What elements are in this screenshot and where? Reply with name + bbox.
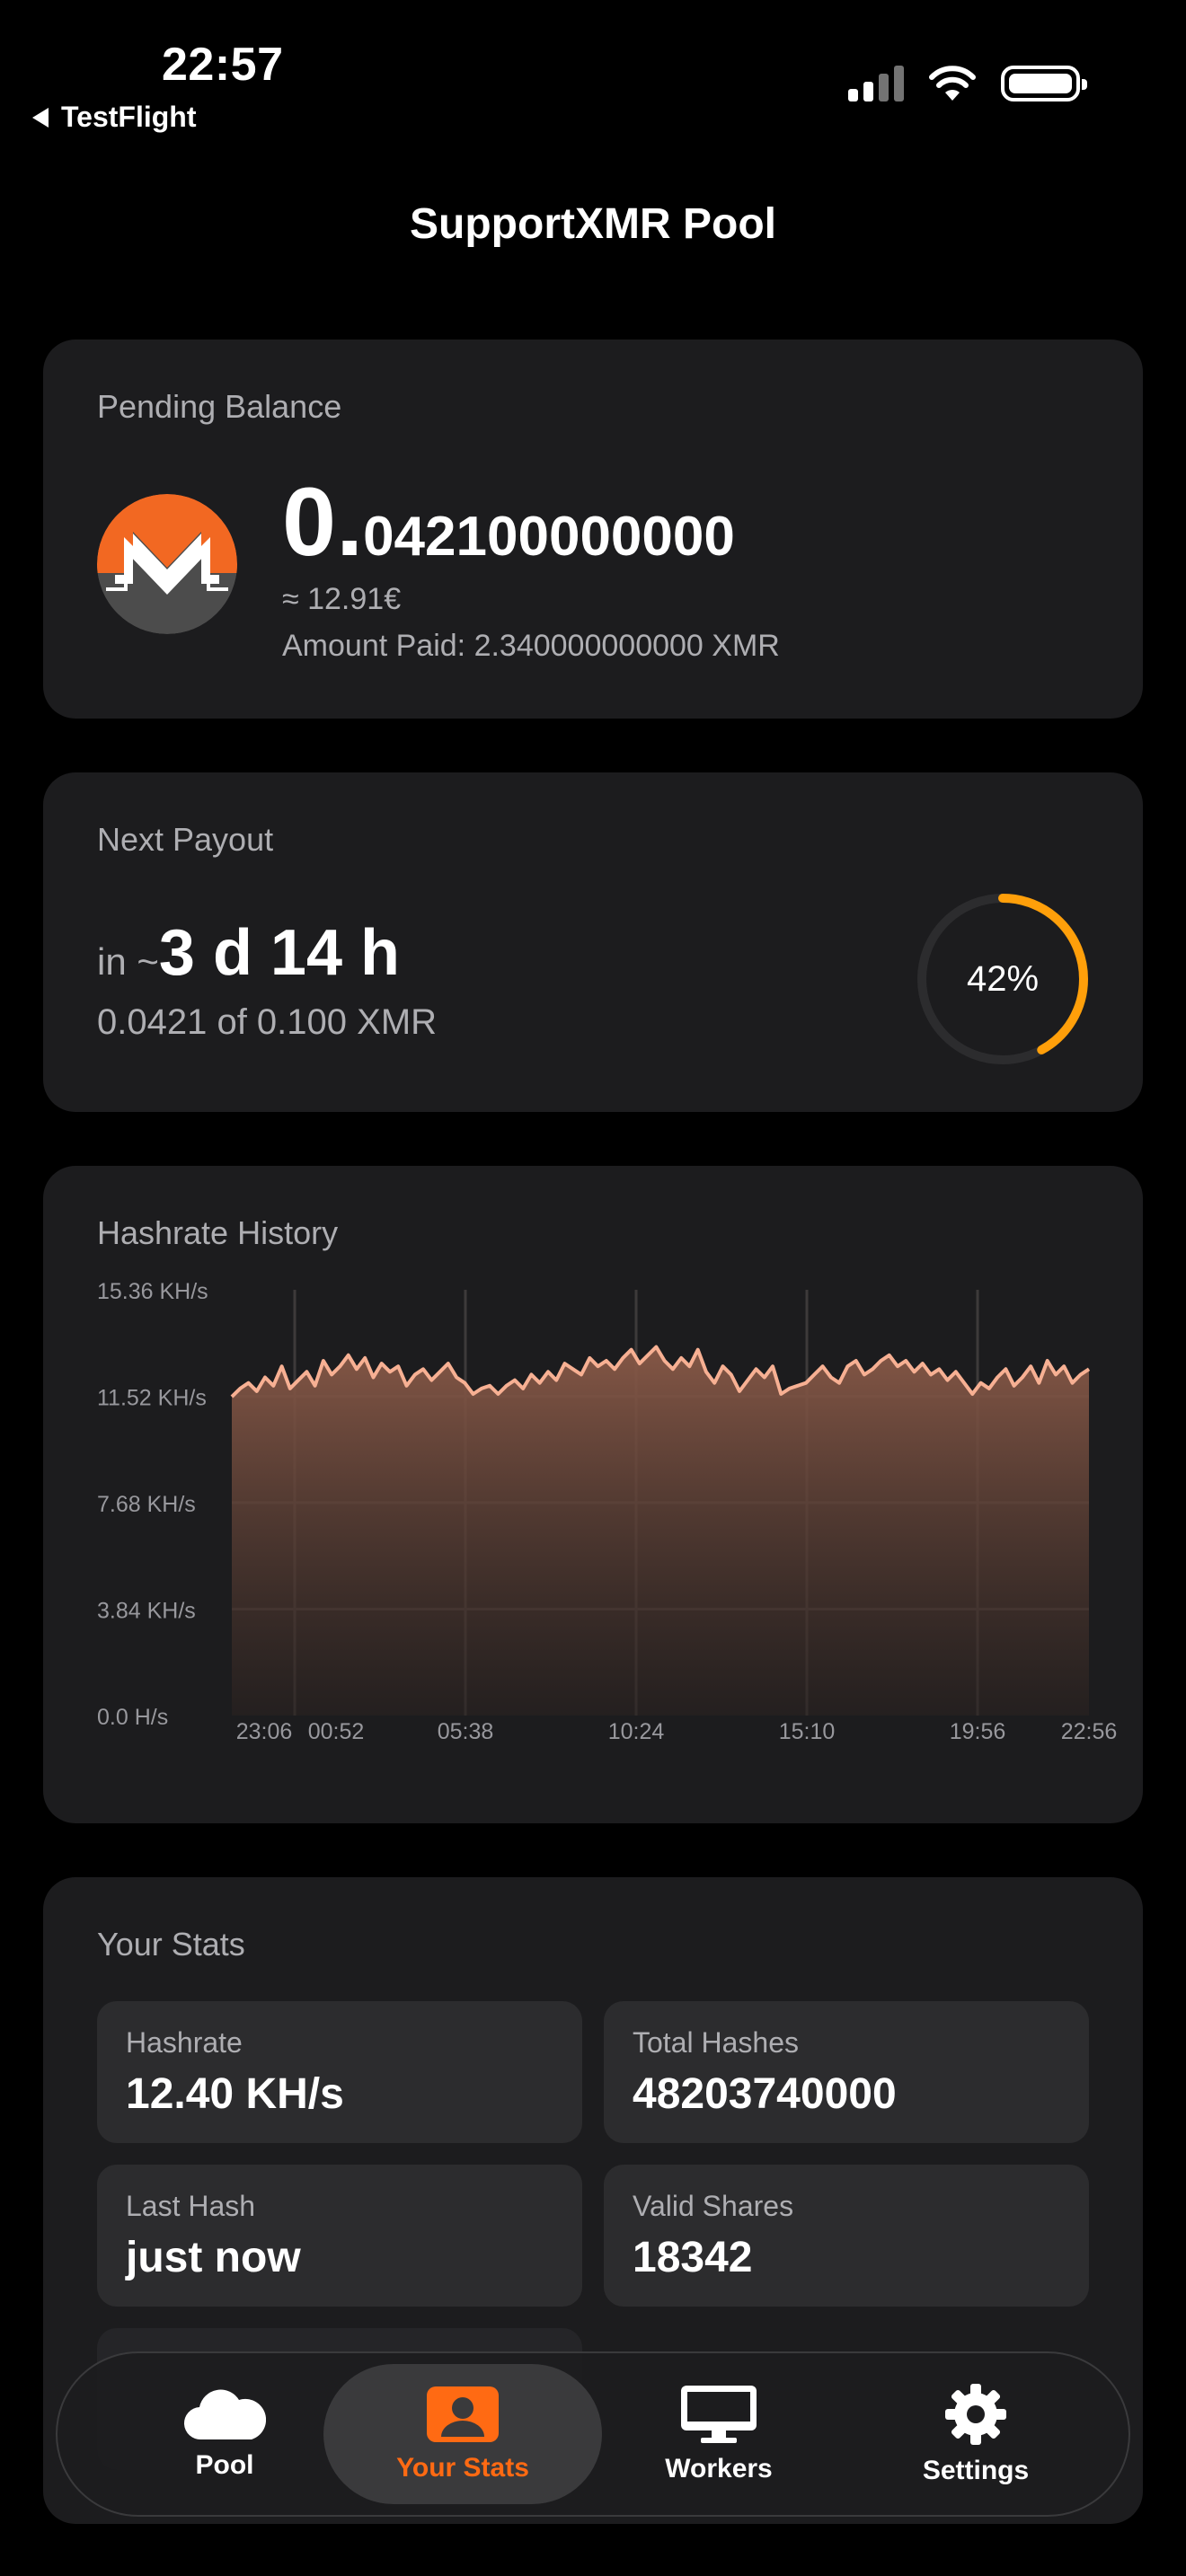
stat-label: Valid Shares — [633, 2190, 794, 2222]
y-tick-label: 3.84 KH/s — [97, 1599, 196, 1624]
stat-label: Hashrate — [126, 2026, 243, 2059]
y-tick-label: 0.0 H/s — [97, 1705, 168, 1730]
tab-label: Workers — [665, 2454, 773, 2483]
next-payout-card: Next Payout in ~3 d 14 h 0.0421 of 0.100… — [43, 772, 1143, 1112]
stat-value: just now — [126, 2234, 301, 2281]
gear-icon — [945, 2384, 1006, 2445]
pending-balance-title: Pending Balance — [97, 388, 342, 425]
status-icons — [848, 65, 1087, 102]
x-tick-label: 10:24 — [608, 1719, 665, 1744]
monero-logo-icon — [97, 494, 237, 634]
battery-icon — [1001, 66, 1087, 101]
amount-paid: Amount Paid: 2.340000000000 XMR — [282, 629, 780, 663]
x-tick-label: 19:56 — [950, 1719, 1006, 1744]
hashrate-history-card: Hashrate History 15.36 KH/s 11.52 KH/s 7.6… — [43, 1166, 1143, 1823]
cellular-signal-icon — [848, 66, 904, 101]
back-to-testflight[interactable]: TestFlight — [32, 101, 197, 134]
hashrate-area — [232, 1346, 1089, 1716]
y-tick-label: 7.68 KH/s — [97, 1492, 196, 1517]
tab-bar: Pool Your Stats Workers Settings — [56, 2351, 1130, 2517]
your-stats-title: Your Stats — [97, 1926, 245, 1963]
stat-tile-last-hash: Last Hash just now — [97, 2165, 582, 2307]
tab-pool[interactable]: Pool — [90, 2353, 359, 2515]
page-title: SupportXMR Pool — [410, 200, 776, 248]
status-time: 22:57 — [162, 39, 284, 91]
payout-eta-value: 3 d 14 h — [158, 917, 400, 989]
x-tick-label: 15:10 — [779, 1719, 836, 1744]
x-tick-label: 23:06 — [236, 1719, 293, 1744]
stat-label: Last Hash — [126, 2190, 256, 2222]
y-tick-label: 11.52 KH/s — [97, 1386, 207, 1411]
back-label: TestFlight — [61, 101, 197, 133]
stat-tile-hashrate: Hashrate 12.40 KH/s — [97, 2001, 582, 2143]
desktop-icon — [681, 2386, 757, 2443]
balance-integer: 0. — [282, 467, 364, 576]
person-icon — [427, 2386, 499, 2442]
balance-fiat: ≈ 12.91€ — [282, 582, 402, 616]
wifi-icon — [929, 66, 976, 101]
payout-percent: 42% — [966, 958, 1040, 999]
cloud-icon — [183, 2389, 266, 2440]
stat-value: 18342 — [633, 2234, 753, 2281]
x-tick-label: 22:56 — [1061, 1719, 1118, 1744]
x-tick-label: 00:52 — [308, 1719, 365, 1744]
tab-your-stats[interactable]: Your Stats — [323, 2353, 602, 2515]
stat-value: 48203740000 — [633, 2070, 897, 2118]
tab-label: Settings — [922, 2456, 1030, 2485]
tab-label: Your Stats — [396, 2453, 529, 2483]
x-tick-label: 05:38 — [438, 1719, 494, 1744]
y-tick-label: 15.36 KH/s — [97, 1279, 208, 1304]
stat-tile-total-hashes: Total Hashes 48203740000 — [604, 2001, 1089, 2143]
tab-settings[interactable]: Settings — [841, 2353, 1111, 2515]
balance-decimals: 042100000000 — [363, 506, 735, 568]
payout-prefix: in ~ — [97, 940, 159, 983]
payout-progress-text: 0.0421 of 0.100 XMR — [97, 1002, 438, 1042]
stat-tile-valid-shares: Valid Shares 18342 — [604, 2165, 1089, 2307]
pending-balance-amount: 0.042100000000 — [282, 465, 735, 578]
stat-label: Total Hashes — [633, 2026, 799, 2059]
tab-label: Pool — [195, 2450, 254, 2480]
payout-eta: in ~3 d 14 h — [97, 916, 400, 990]
hashrate-chart: 15.36 KH/s 11.52 KH/s 7.68 KH/s 3.84 KH/s 0.… — [97, 1279, 1118, 1744]
back-arrow-icon — [32, 107, 49, 128]
tab-workers[interactable]: Workers — [584, 2353, 854, 2515]
next-payout-title: Next Payout — [97, 821, 274, 858]
pending-balance-card: Pending Balance 0.042100000000 ≈ 12.91€ … — [43, 340, 1143, 719]
stat-value: 12.40 KH/s — [126, 2070, 344, 2118]
